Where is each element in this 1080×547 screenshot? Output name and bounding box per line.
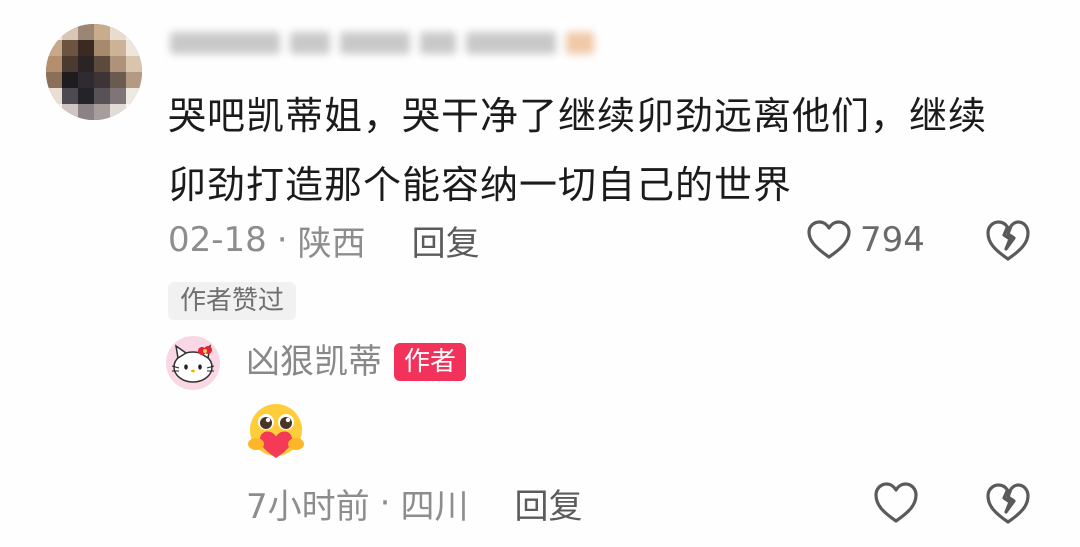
reply-meta: 7小时前 · 四川 回复 [246, 478, 582, 528]
comment-meta: 02-18 · 陕西 回复 [168, 214, 480, 266]
comment-text-line: 卯劲打造那个能容纳一切自己的世界 [168, 163, 793, 207]
avatar[interactable] [46, 24, 142, 120]
heart-outline-icon[interactable] [872, 479, 920, 527]
like-count: 794 [860, 220, 925, 260]
comment-date: 02-18 [168, 220, 267, 260]
reply-button[interactable]: 回复 [514, 479, 582, 528]
heart-outline-icon [807, 220, 851, 259]
author-badge: 作者 [394, 343, 467, 381]
pixelated-avatar-image [46, 24, 142, 120]
like-button[interactable]: 794 [806, 214, 925, 266]
comment-text: 哭吧凯蒂姐，哭干净了继续卯劲远离他们，继续 卯劲打造那个能容纳一切自己的世界 [168, 82, 1048, 220]
author-liked-tag: 作者赞过 [168, 282, 297, 320]
reply-username[interactable]: 凶狠凯蒂 [246, 340, 382, 384]
meta-separator: · [379, 483, 391, 523]
reply-location: 四川 [400, 486, 469, 527]
blurred-username[interactable] [170, 26, 620, 60]
reply-button[interactable]: 回复 [412, 216, 480, 265]
broken-heart-icon[interactable] [984, 216, 1032, 264]
reply-avatar[interactable] [166, 336, 220, 390]
meta-separator: · [276, 220, 288, 260]
hello-kitty-avatar-icon [171, 344, 215, 383]
reply-time: 7小时前 [246, 486, 370, 527]
comment-text-line: 哭吧凯蒂姐，哭干净了继续卯劲远离他们，继续 [168, 94, 988, 138]
comment-thread: 哭吧凯蒂姐，哭干净了继续卯劲远离他们，继续 卯劲打造那个能容纳一切自己的世界 0… [0, 0, 1080, 547]
broken-heart-icon[interactable] [984, 479, 1032, 527]
comment-location: 陕西 [297, 223, 366, 264]
heart-hug-emoji-icon [248, 404, 304, 458]
